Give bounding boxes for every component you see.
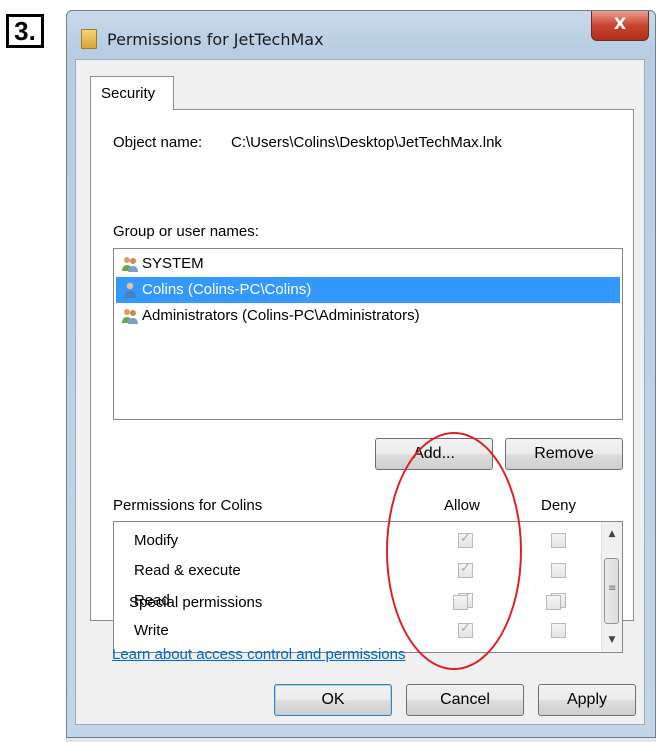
permission-name: Special permissions [129,594,263,611]
permission-name: Read & execute [134,562,241,579]
object-name-label: Object name: [113,134,203,151]
window-title: Permissions for JetTechMax [107,30,324,49]
deny-checkbox[interactable] [551,533,566,548]
allow-checkbox[interactable] [458,531,473,548]
shortcut-file-icon [81,29,97,49]
permission-name: Write [134,622,169,639]
security-tab-page: Object name: C:\Users\Colins\Desktop\Jet… [90,109,634,653]
permission-row-special: Special permissions [109,590,597,620]
permission-name: Modify [134,532,179,549]
list-item-label: SYSTEM [142,255,204,272]
users-group-icon [122,309,138,324]
user-icon [124,282,136,298]
allow-checkbox[interactable] [453,595,468,610]
list-item-label: Colins (Colins-PC\Colins) [142,281,312,298]
cancel-button[interactable]: Cancel [406,684,524,716]
add-button[interactable]: Add... [375,438,493,470]
permissions-list[interactable]: Modify Read & execute Read Write [113,521,623,653]
list-item[interactable]: SYSTEM [116,251,620,277]
permission-row: Modify [114,526,602,556]
apply-button[interactable]: Apply [538,684,636,716]
scroll-thumb[interactable]: ≡ [604,558,619,624]
access-control-help-link[interactable]: Learn about access control and permissio… [112,646,406,663]
list-item[interactable]: Administrators (Colins-PC\Administrators… [116,303,620,329]
allow-checkbox[interactable] [458,561,473,578]
bottom-edge [66,738,656,742]
object-name-value: C:\Users\Colins\Desktop\JetTechMax.lnk [231,134,502,151]
dialog-client-area: Security Object name: C:\Users\Colins\De… [75,59,645,725]
permissions-dialog: Permissions for JetTechMax X Security Ob… [66,10,656,738]
list-item-label: Administrators (Colins-PC\Administrators… [142,307,420,324]
allow-checkbox[interactable] [458,621,473,638]
deny-checkbox[interactable] [551,623,566,638]
permission-row: Read & execute [114,556,602,586]
scroll-up-arrow-icon[interactable]: ▲ [606,528,618,540]
ok-button[interactable]: OK [274,684,392,716]
deny-checkbox[interactable] [551,563,566,578]
group-user-list[interactable]: SYSTEM Colins (Colins-PC\Colins) Adminis… [113,248,623,420]
permissions-header: Permissions for Colins [113,497,263,514]
group-names-label: Group or user names: [113,223,259,240]
deny-column-header: Deny [541,497,577,514]
tab-security-label: Security [101,85,156,102]
scroll-down-arrow-icon[interactable]: ▼ [606,634,618,646]
permission-row: Write [114,616,602,646]
close-button[interactable]: X [591,11,649,41]
tab-security[interactable]: Security [90,76,174,110]
deny-checkbox[interactable] [546,595,561,610]
title-bar[interactable]: Permissions for JetTechMax X [67,11,655,57]
list-item-selected[interactable]: Colins (Colins-PC\Colins) [116,277,620,303]
allow-column-header: Allow [444,497,480,514]
step-number-label: 3. [6,14,44,48]
users-group-icon [122,257,138,272]
remove-button[interactable]: Remove [505,438,623,470]
permissions-scrollbar[interactable]: ▲ ≡ ▼ [601,522,622,652]
